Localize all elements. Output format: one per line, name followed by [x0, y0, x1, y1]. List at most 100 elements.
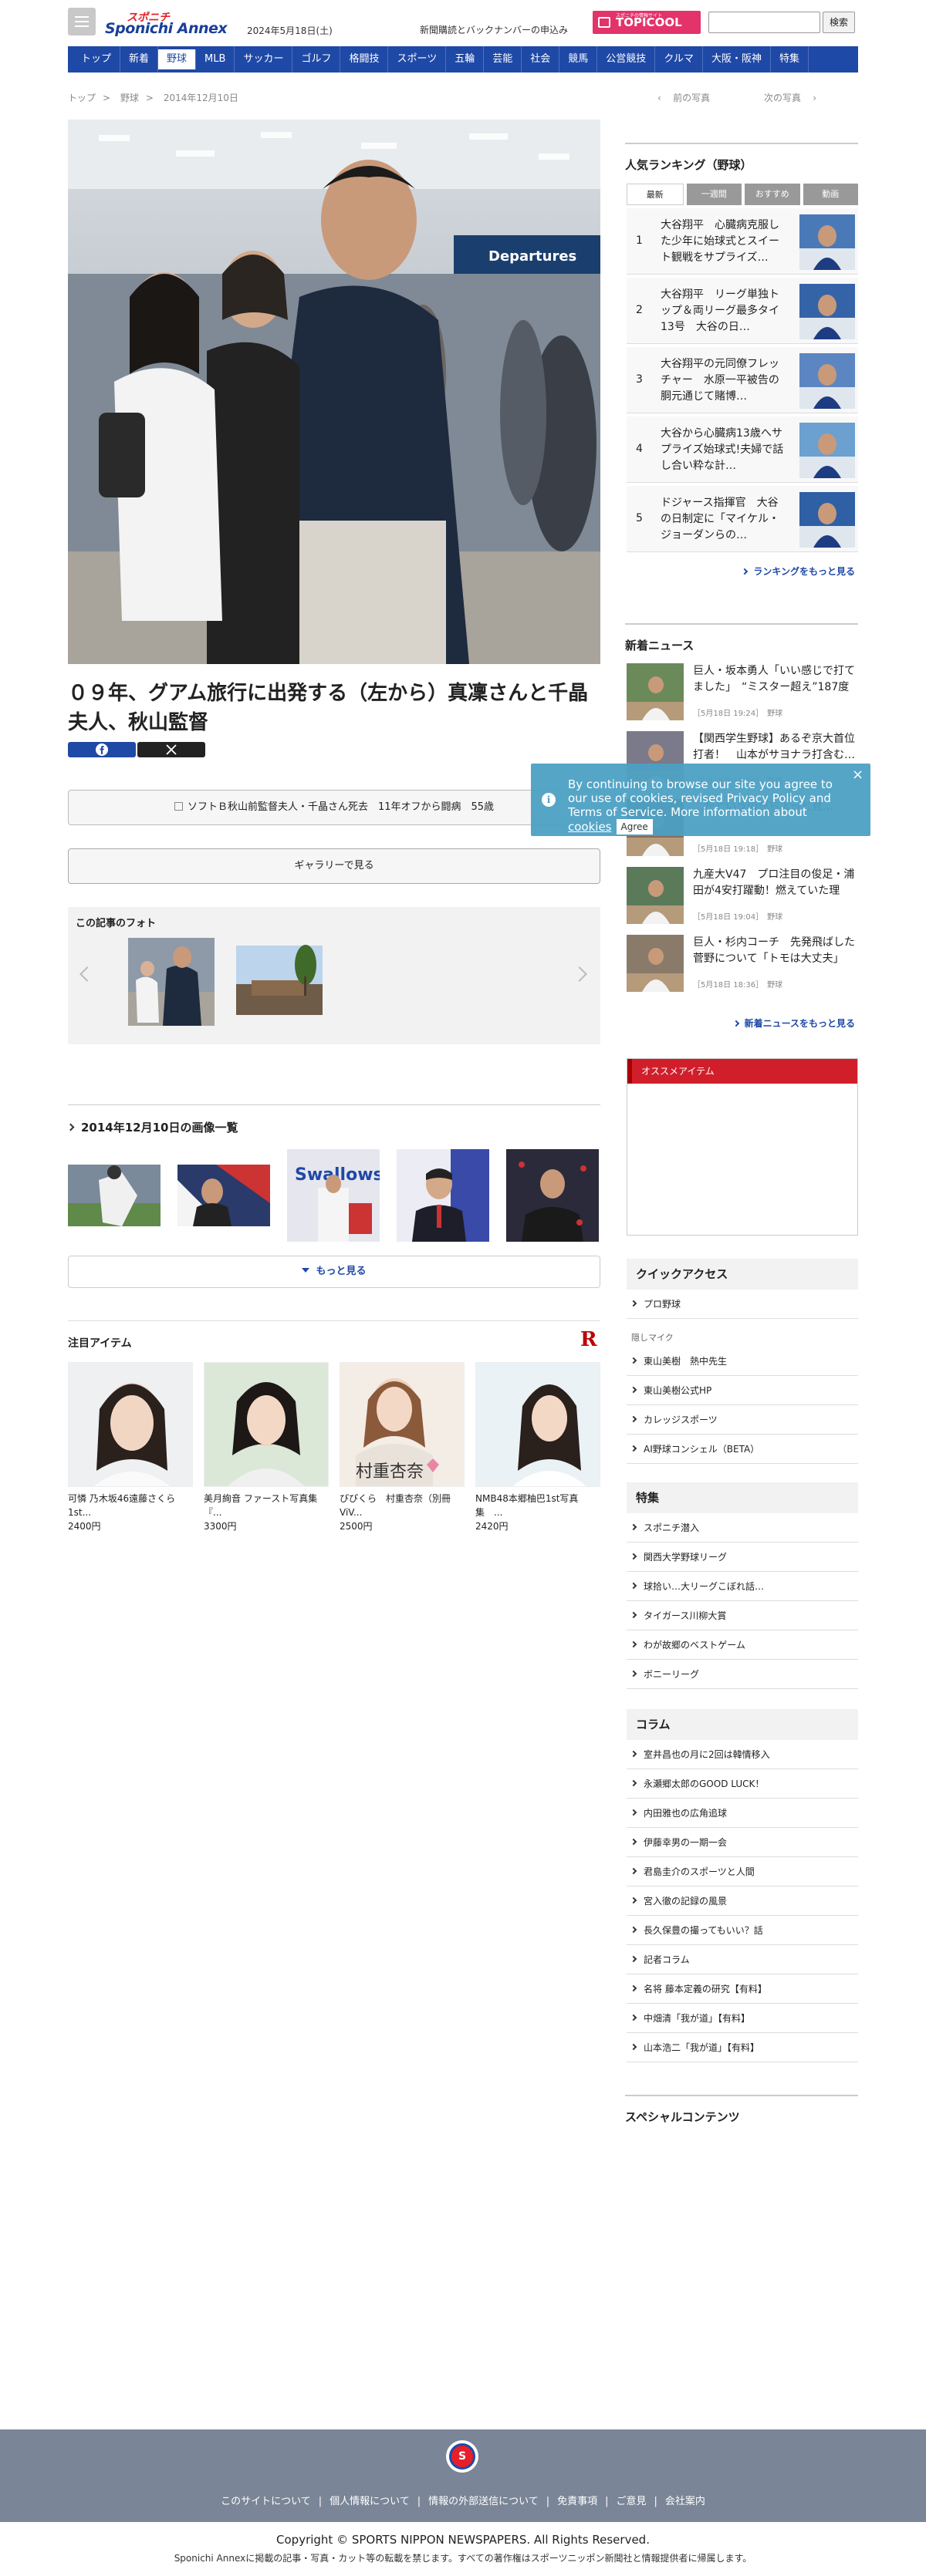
nav-item[interactable]: 五輪	[446, 46, 485, 72]
ranking-more-link[interactable]: ランキングをもっと見る	[627, 565, 855, 578]
tab-week[interactable]: 一週間	[686, 184, 742, 205]
nav-item[interactable]: 芸能	[484, 46, 522, 72]
chevron-left-icon[interactable]	[79, 966, 95, 982]
article-photo-thumb[interactable]	[128, 938, 215, 1026]
global-nav: トップ 新着 野球 MLB サッカー ゴルフ 格闘技 スポーツ 五輪 芸能 社会 競馬 公営競技 クルマ大…	[68, 46, 858, 72]
photo-caption: ０９年、グアム旅行に出発する（左から）真凜さんと千晶夫人、秋山監督	[68, 682, 589, 734]
next-photo-link[interactable]: 次の写真 ›	[764, 91, 816, 104]
gallery-button[interactable]: ギャラリーで見る	[68, 848, 600, 884]
day-image-thumb[interactable]	[397, 1149, 489, 1242]
day-image-thumb[interactable]	[177, 1149, 270, 1242]
tab-latest[interactable]: 最新	[627, 184, 684, 205]
nav-item[interactable]: 社会	[522, 46, 560, 72]
related-article-link[interactable]: ソフトＢ秋山前監督夫人・千晶さん死去 11年オフから闘病 55歳	[68, 790, 600, 825]
nav-item[interactable]: 大阪・阪神	[703, 46, 771, 72]
chevron-right-icon	[630, 2043, 637, 2051]
ranking-item[interactable]: 4 大谷から心臓病13歳へサプライズ始球式!夫婦で話し合い粋な計…	[627, 416, 858, 483]
product-card[interactable]: 村重杏奈 ぴぴくら 村重杏奈（別冊ViV... 2500円	[340, 1362, 465, 1532]
news-more-link[interactable]: 新着ニュースをもっと見る	[627, 1017, 855, 1030]
news-item[interactable]: 巨人・杉内コーチ 先発飛ばした菅野について「トモは大丈夫」 赤星は「必… ［5月1…	[627, 929, 858, 993]
tab-video[interactable]: 動画	[803, 184, 858, 205]
footer-link[interactable]: 情報の外部送信について	[428, 2496, 539, 2507]
footer-link[interactable]: このサイトについて	[221, 2496, 311, 2507]
side-link[interactable]: 宮入徹の記録の風景	[627, 1886, 858, 1916]
side-link[interactable]: タイガース川柳大賞	[627, 1601, 858, 1630]
nav-item[interactable]: スポーツ	[388, 46, 447, 72]
side-link[interactable]: プロ野球	[627, 1290, 858, 1319]
chevron-right-icon	[66, 1123, 75, 1131]
ranking-item[interactable]: 5 ドジャース指揮官 大谷の日制定に「マイケル・ジョーダンらの…	[627, 486, 858, 552]
prev-photo-link[interactable]: ‹ 前の写真	[657, 91, 710, 104]
side-link[interactable]: カレッジスポーツ	[627, 1405, 858, 1435]
product-price: 3300円	[204, 1521, 237, 1532]
product-card[interactable]: NMB48本郷柚巴1st写真集 ... 2420円	[475, 1362, 600, 1532]
nav-item[interactable]: 新着	[120, 46, 159, 72]
side-link[interactable]: スポニチ潜入	[627, 1513, 858, 1543]
nav-item[interactable]: トップ	[73, 46, 121, 72]
side-link[interactable]: 君島圭介のスポーツと人間	[627, 1857, 858, 1886]
nav-item[interactable]: クルマ	[655, 46, 703, 72]
side-link[interactable]: AI野球コンシェル（BETA）	[627, 1435, 858, 1464]
footer-link[interactable]: ご意見	[617, 2496, 647, 2507]
article-photos: この記事のフォト	[68, 907, 600, 1044]
footer-link[interactable]: 免責事項	[557, 2496, 597, 2507]
tab-recommended[interactable]: おすすめ	[745, 184, 800, 205]
more-images-button[interactable]: もっと見る	[68, 1256, 600, 1288]
side-link[interactable]: 伊藤幸男の一期一会	[627, 1828, 858, 1857]
search-input[interactable]	[708, 12, 820, 33]
site-logo[interactable]: スポニチ Sponichi Annex	[105, 9, 236, 37]
nav-item[interactable]: 野球	[158, 49, 197, 69]
chevron-right-icon[interactable]	[572, 966, 587, 982]
search-button[interactable]: 検索	[823, 12, 855, 33]
product-card[interactable]: 美月絢音 ファースト写真集『... 3300円	[204, 1362, 329, 1532]
side-link[interactable]: 東山美樹 熱中先生	[627, 1347, 858, 1376]
side-link[interactable]: 内田雅也の広角追球	[627, 1799, 858, 1828]
side-link[interactable]: 記者コラム	[627, 1945, 858, 1974]
facebook-share-button[interactable]	[68, 742, 136, 757]
ranking-item[interactable]: 3 大谷翔平の元同僚フレッチャー 水原一平被告の胴元通じて賭博…	[627, 347, 858, 413]
product-card[interactable]: 可憐 乃木坂46遠藤さくら1st... 2400円	[68, 1362, 193, 1532]
footer-link[interactable]: 会社案内	[665, 2496, 705, 2507]
side-link[interactable]: 長久保豊の撮ってもいい？話	[627, 1916, 858, 1945]
cookie-agree-button[interactable]: Agree	[616, 819, 653, 835]
side-link[interactable]: 中畑清「我が道」【有料】	[627, 2004, 858, 2033]
side-link[interactable]: 室井昌也の月に2回は韓情移入	[627, 1740, 858, 1769]
ranking-item[interactable]: 1 大谷翔平 心臓病克服した少年に始球式とスイート観戦をサプライズ…	[627, 208, 858, 275]
side-link[interactable]: ボニーリーグ	[627, 1660, 858, 1689]
side-link[interactable]: 球拾い…大リーグこぼれ話…	[627, 1572, 858, 1601]
side-link[interactable]: 東山美樹公式HP	[627, 1376, 858, 1405]
day-image-thumb[interactable]	[506, 1149, 599, 1242]
product-name: 美月絢音 ファースト写真集『...	[204, 1493, 318, 1518]
nav-item[interactable]: 格闘技	[340, 46, 389, 72]
nav-item[interactable]: ゴルフ	[292, 46, 341, 72]
footer-link[interactable]: 個人情報について	[330, 2496, 410, 2507]
subscription-link[interactable]: 新聞購読とバックナンバーの申込み	[420, 23, 568, 36]
side-link[interactable]: 山本浩二「我が道」【有料】	[627, 2033, 858, 2062]
breadcrumb-top[interactable]: トップ	[68, 93, 96, 103]
footer-logo[interactable]: S	[446, 2440, 478, 2473]
article-photo-thumb[interactable]	[236, 938, 323, 1026]
day-image-thumb[interactable]: Swallows	[287, 1149, 380, 1242]
nav-item[interactable]: 特集	[771, 46, 809, 72]
side-link[interactable]: 名将 藤本定義の研究【有料】	[627, 1974, 858, 2004]
nav-item[interactable]: MLB	[196, 46, 235, 72]
close-icon[interactable]: ×	[852, 768, 863, 782]
recommended-items-title: オススメアイテム	[627, 1059, 857, 1084]
nav-item[interactable]: 競馬	[559, 46, 598, 72]
news-item[interactable]: 巨人・坂本勇人「いい感じで打てました」 “ミスター超え”187度目猛打賞 ［5月1…	[627, 657, 858, 722]
news-item[interactable]: 九産大V47 プロ注目の俊足・浦田が4安打躍動！燃えていた理由。阪神スカ… ［5月…	[627, 861, 858, 926]
side-link[interactable]: わが故郷のベストゲーム	[627, 1630, 858, 1660]
day-image-thumb[interactable]	[68, 1149, 161, 1242]
nav-item[interactable]: 公営競技	[597, 46, 656, 72]
nav-item[interactable]: サッカー	[235, 46, 293, 72]
ranking-item[interactable]: 2 大谷翔平 リーグ単独トップ＆両リーグ最多タイ13号 大谷の日…	[627, 278, 858, 344]
x-share-button[interactable]	[137, 742, 205, 757]
hamburger-menu-button[interactable]	[68, 8, 96, 35]
side-link[interactable]: 関西大学野球リーグ	[627, 1543, 858, 1572]
main-photo[interactable]: Departures	[68, 120, 600, 664]
topicool-banner[interactable]: スポニチの情報サイト TOPICOOL	[593, 11, 701, 34]
day-images-title-text: 2014年12月10日の画像一覧	[81, 1121, 238, 1135]
side-link[interactable]: 永瀬郷太郎のGOOD LUCK！	[627, 1769, 858, 1799]
cookie-policy-link[interactable]: cookies	[568, 820, 612, 834]
breadcrumb-baseball[interactable]: 野球	[120, 93, 139, 103]
